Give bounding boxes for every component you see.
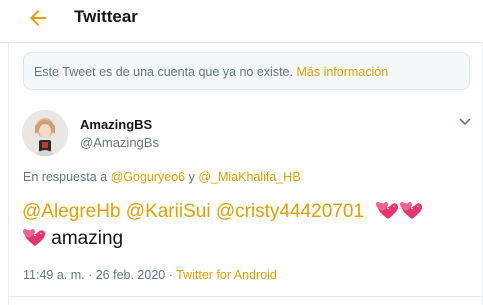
learn-more-link[interactable]: Más información <box>296 65 388 79</box>
tweet-mention-2[interactable]: @KariiSui <box>126 201 211 222</box>
two-hearts-icon <box>399 201 422 219</box>
tweet-mention-1[interactable]: @AlegreHb <box>22 201 121 222</box>
column-border-left <box>8 43 9 305</box>
reply-joiner: y <box>188 170 195 184</box>
tweet-meta: 11:49 a. m. · 26 feb. 2020 · Twitter for… <box>23 268 277 282</box>
author-handle[interactable]: @AmazingBs <box>80 135 159 150</box>
tweet-body: @AlegreHb @KariiSui @cristy44420701 amaz… <box>22 198 472 252</box>
author-name[interactable]: AmazingBS <box>80 117 152 132</box>
tweet-timestamp[interactable]: 11:49 a. m. · 26 feb. 2020 <box>23 268 165 282</box>
avatar-image <box>22 110 68 156</box>
meta-separator: · <box>168 268 173 282</box>
deleted-account-notice: Este Tweet es de una cuenta que ya no ex… <box>23 52 470 90</box>
tweet-body-word: amazing <box>51 228 124 249</box>
page-title: Twittear <box>74 7 138 26</box>
notice-text-line: Este Tweet es de una cuenta que ya no ex… <box>34 65 388 79</box>
tweet-divider <box>8 296 483 297</box>
reply-prefix: En respuesta a <box>23 170 108 184</box>
arrow-left-icon[interactable] <box>26 6 50 30</box>
avatar[interactable] <box>22 110 68 156</box>
reply-context: En respuesta a @Goguryeo6 y @_MiaKhalifa… <box>23 170 301 184</box>
notice-message: Este Tweet es de una cuenta que ya no ex… <box>34 65 293 79</box>
chevron-down-icon[interactable] <box>458 116 472 128</box>
reply-mention-1[interactable]: @Goguryeo6 <box>111 170 186 184</box>
tweet-source-link[interactable]: Twitter for Android <box>176 268 277 282</box>
top-header: Twittear <box>0 0 483 36</box>
reply-mention-2[interactable]: @_MiaKhalifa_HB <box>198 170 300 184</box>
header-divider <box>0 42 483 43</box>
two-hearts-icon <box>375 201 398 219</box>
tweet-mention-3[interactable]: @cristy44420701 <box>216 201 364 222</box>
two-hearts-icon <box>23 228 45 246</box>
